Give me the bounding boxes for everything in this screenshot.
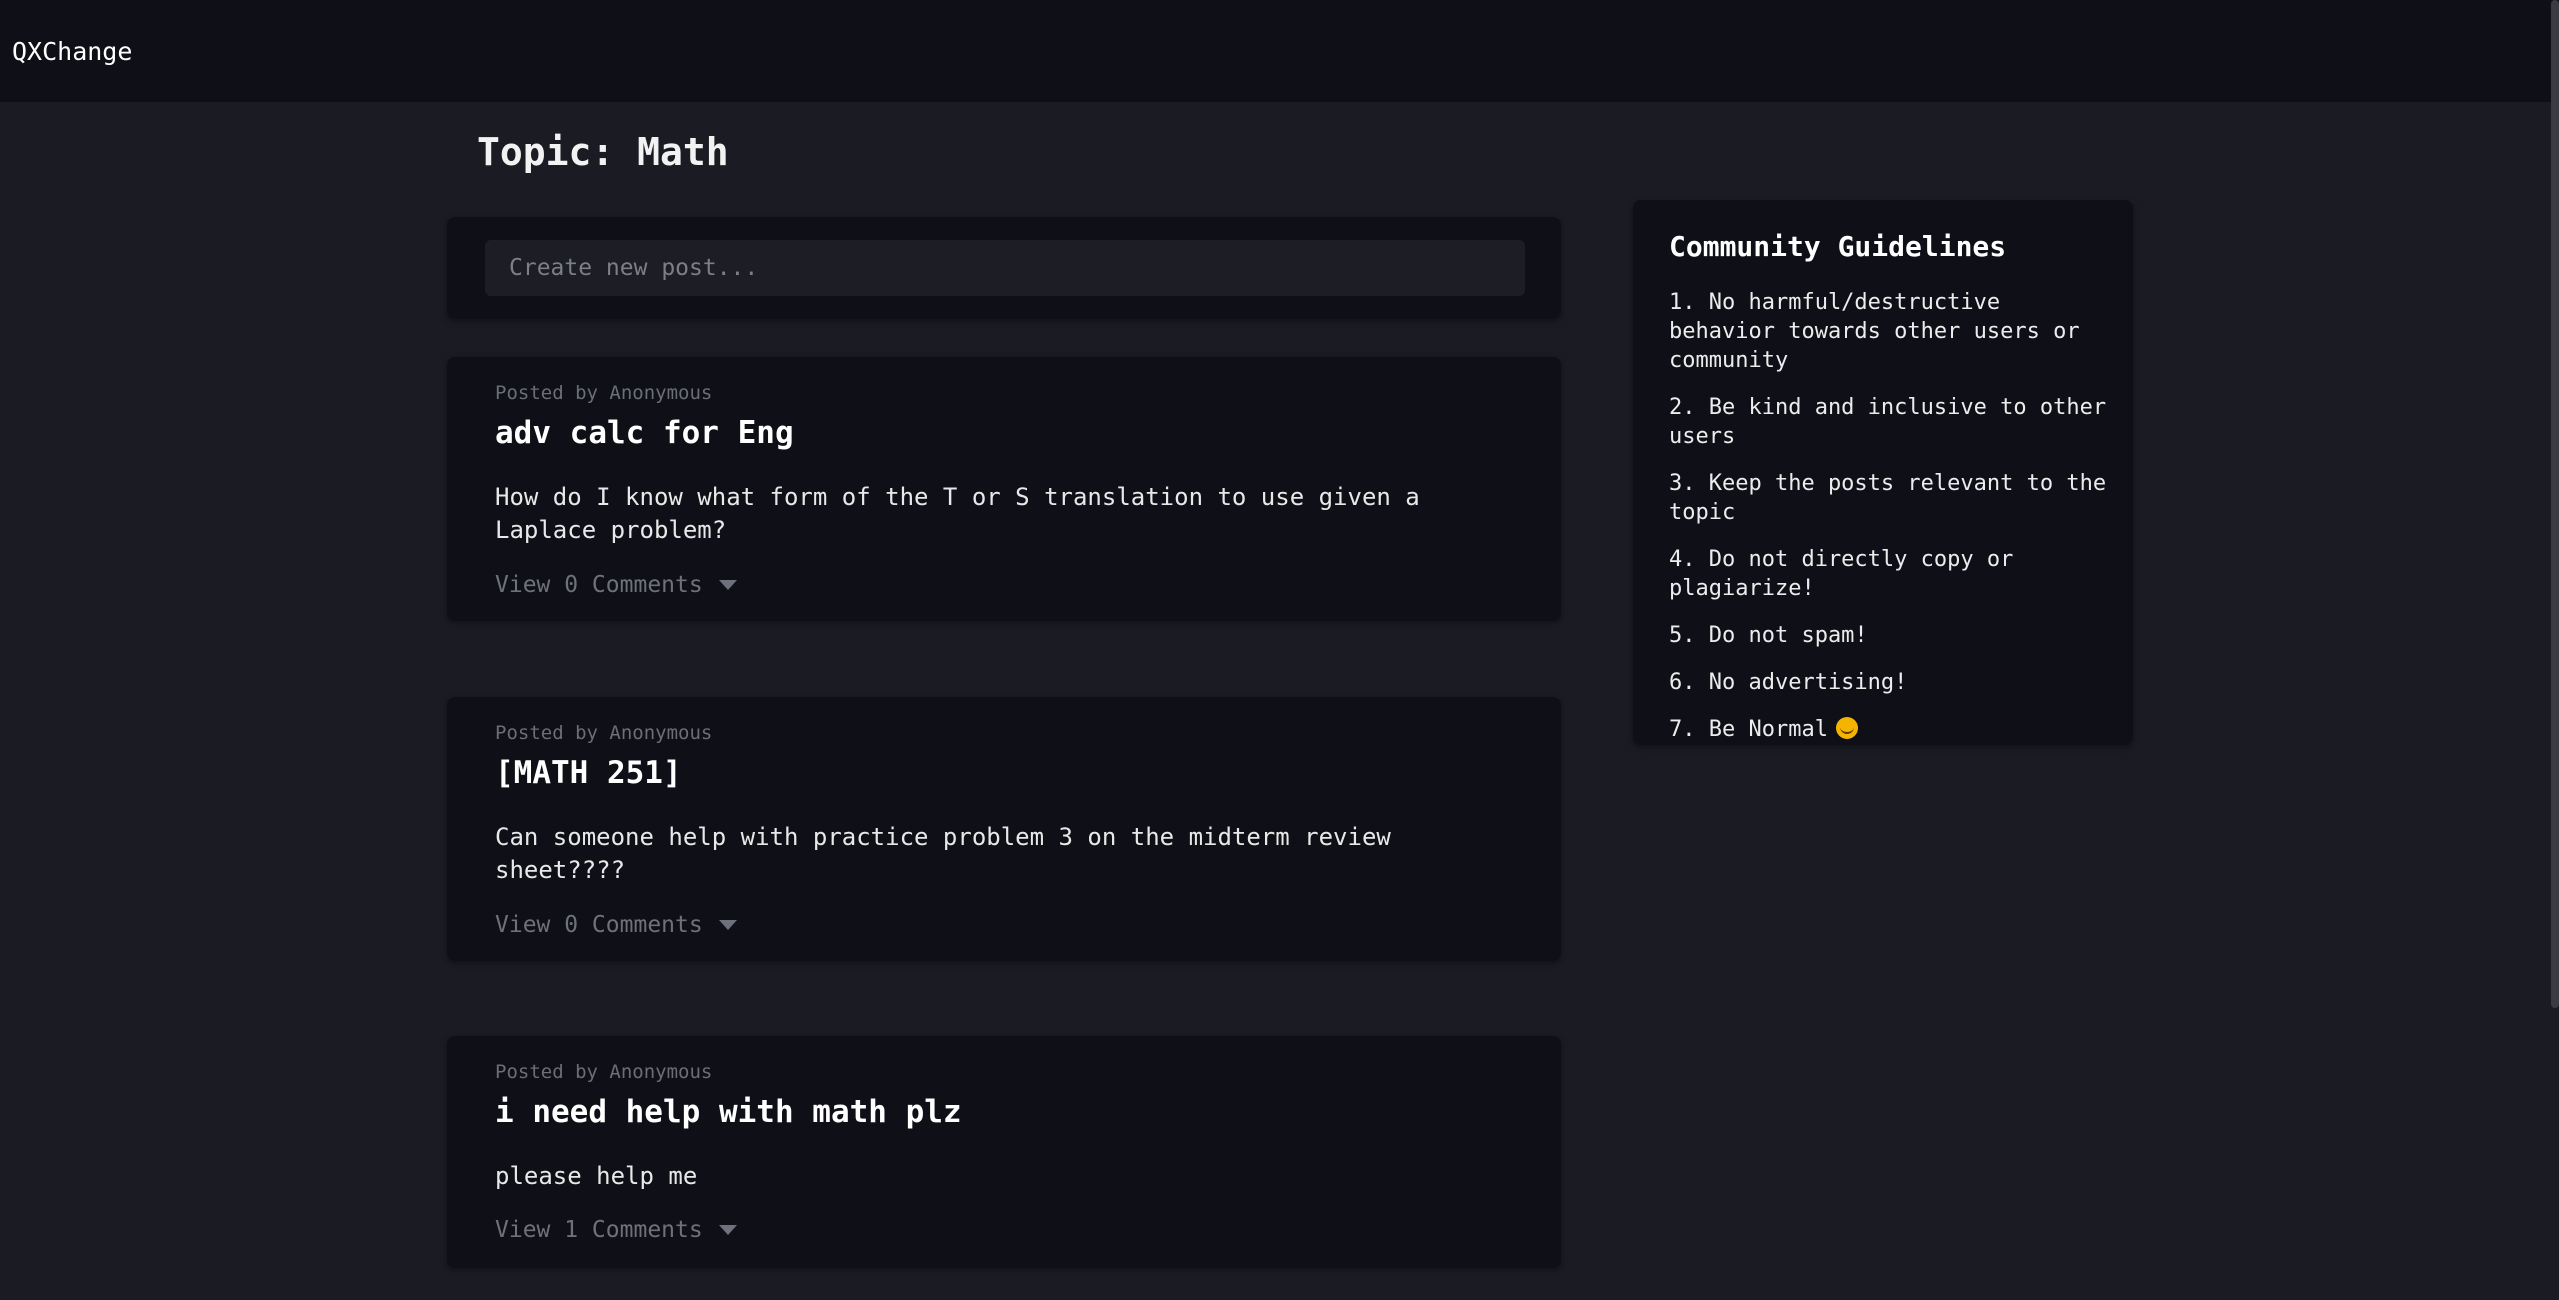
view-comments-label: View 0 Comments [495,572,703,598]
view-comments-toggle[interactable]: View 1 Comments [495,1217,737,1243]
community-guidelines-panel: Community Guidelines 1. No harmful/destr… [1633,200,2133,745]
post-card[interactable]: Posted by Anonymous adv calc for Eng How… [447,357,1561,621]
guideline-item: 5. Do not spam! [1669,623,1868,648]
post-author: Posted by Anonymous [495,1061,713,1083]
site-logo[interactable]: QXChange [12,37,132,66]
view-comments-toggle[interactable]: View 0 Comments [495,572,737,598]
post-author: Posted by Anonymous [495,722,713,744]
post-title[interactable]: adv calc for Eng [495,415,794,451]
caret-down-icon [718,580,737,590]
view-comments-label: View 1 Comments [495,1217,703,1243]
post-title[interactable]: i need help with math plz [495,1094,962,1130]
guideline-item: 3. Keep the posts relevant to the topic [1669,471,2107,525]
create-post-input[interactable] [485,240,1525,296]
view-comments-label: View 0 Comments [495,912,703,938]
view-comments-toggle[interactable]: View 0 Comments [495,912,737,938]
post-author: Posted by Anonymous [495,382,713,404]
guideline-item: 2. Be kind and inclusive to other users [1669,395,2107,449]
caret-down-icon [718,1225,737,1235]
page-title: Topic: Math [477,130,729,174]
post-body: How do I know what form of the T or S tr… [495,483,1420,544]
guidelines-list: 1. No harmful/destructive behavior towar… [1669,288,2119,762]
caret-down-icon [718,920,737,930]
guidelines-title: Community Guidelines [1669,230,2007,263]
guideline-item: 1. No harmful/destructive behavior towar… [1669,290,2080,373]
guideline-item-label: 7. Be Normal [1669,717,1828,742]
top-nav-bar: QXChange [0,0,2559,102]
page-scrollbar[interactable] [2551,0,2559,1008]
post-card[interactable]: Posted by Anonymous [MATH 251] Can someo… [447,697,1561,961]
post-title[interactable]: [MATH 251] [495,755,682,791]
create-post-card [447,217,1561,319]
guideline-item: 7. Be Normal [1669,715,2119,744]
guideline-item: 6. No advertising! [1669,670,1908,695]
smiling-face-icon [1835,717,1858,739]
guideline-item: 4. Do not directly copy or plagiarize! [1669,547,2014,601]
post-body: Can someone help with practice problem 3… [495,823,1391,884]
post-card[interactable]: Posted by Anonymous i need help with mat… [447,1036,1561,1268]
post-body: please help me [495,1162,698,1190]
